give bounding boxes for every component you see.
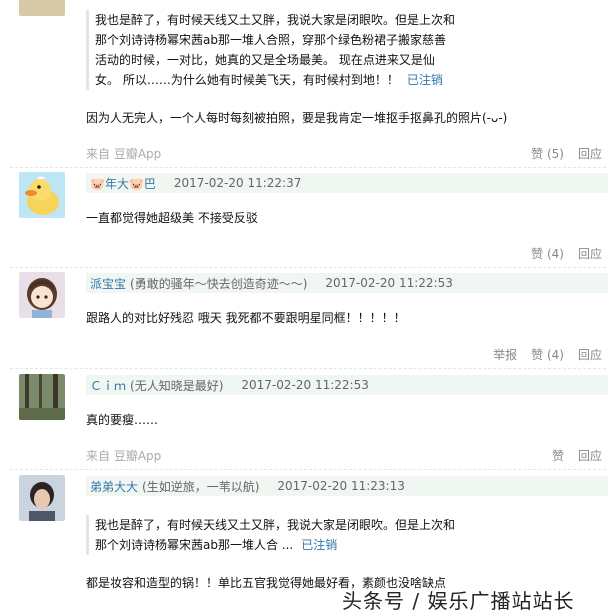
comment-header: 🐷年大🐷巴 2017-02-20 11:22:37: [86, 173, 608, 193]
comment-header: 弟弟大大 (生如逆旅，一苇以航) 2017-02-20 11:23:13: [86, 476, 608, 496]
comment-feed: 我也是醉了，有时候天线又土又胖，我说大家是闭眼吹。但是上次和 那个刘诗诗杨幂宋茜…: [0, 0, 616, 615]
watermark: 头条号 / 娱乐广播站站长: [342, 589, 575, 613]
avatar[interactable]: [19, 272, 65, 318]
anime-girl-avatar-icon: [19, 272, 65, 318]
user-signature: (生如逆旅，一苇以航): [142, 479, 260, 494]
divider: [10, 167, 606, 168]
quote-line: 活动的时候，一对比，她真的又是全场最美。 现在点进来又是仙: [95, 53, 435, 67]
quote-author-link[interactable]: 已注销: [407, 73, 443, 87]
user-signature: (勇敢的骚年～快去创造奇迹～～): [130, 276, 308, 291]
comment-actions: 赞 (4) 回应: [531, 245, 602, 262]
quote-text: 那个刘诗诗杨幂宋茜ab那一堆人合 ...: [95, 538, 294, 552]
forest-avatar-icon: [19, 374, 65, 420]
duck-avatar-icon: [19, 172, 65, 218]
quoted-comment: 我也是醉了，有时候天线又土又胖，我说大家是闭眼吹。但是上次和 那个刘诗诗杨幂宋茜…: [86, 515, 455, 555]
quote-author-link[interactable]: 已注销: [301, 538, 337, 552]
person-avatar-icon: [19, 475, 65, 521]
user-signature: (无人知晓是最好): [130, 378, 224, 393]
avatar[interactable]: [19, 374, 65, 420]
comment-header: 派宝宝 (勇敢的骚年～快去创造奇迹～～) 2017-02-20 11:22:53: [86, 273, 608, 293]
user-name-link[interactable]: 弟弟大大: [90, 478, 138, 495]
report-button[interactable]: 举报: [493, 346, 517, 363]
timestamp: 2017-02-20 11:23:13: [277, 479, 405, 493]
quote-line: 我也是醉了，有时候天线又土又胖，我说大家是闭眼吹。但是上次和: [95, 13, 456, 27]
comment-actions: 赞 (5) 回应: [531, 145, 602, 162]
like-button[interactable]: 赞 (4): [531, 245, 564, 262]
quote-line: 那个刘诗诗杨幂宋茜ab那一堆人合照，穿那个绿色粉裙子搬家慈善: [95, 33, 446, 47]
comment-text: 跟路人的对比好残忍 哦天 我死都不要跟明星同框！！！！！: [86, 311, 406, 325]
comment-source: 来自 豆瓣App: [86, 147, 162, 161]
timestamp: 2017-02-20 11:22:53: [241, 378, 369, 392]
comment-actions: 举报 赞 (4) 回应: [493, 346, 602, 363]
quote-line: 我也是醉了，有时候天线又土又胖，我说大家是闭眼吹。但是上次和: [95, 518, 456, 532]
quote-line: 那个刘诗诗杨幂宋茜ab那一堆人合 ... 已注销: [95, 535, 455, 555]
like-button[interactable]: 赞 (4): [531, 346, 564, 363]
timestamp: 2017-02-20 11:22:37: [173, 176, 302, 190]
comment-text: 真的要瘦……: [86, 413, 159, 427]
reply-button[interactable]: 回应: [578, 145, 602, 162]
divider: [10, 267, 606, 268]
divider: [10, 368, 606, 369]
like-button[interactable]: 赞: [552, 447, 564, 464]
avatar[interactable]: [19, 0, 65, 16]
avatar[interactable]: [19, 172, 65, 218]
comment-source: 来自 豆瓣App: [86, 449, 162, 463]
user-name-link[interactable]: Ｃｉｍ: [90, 377, 126, 394]
comment-text: 一直都觉得她超级美 不接受反驳: [86, 211, 258, 225]
user-name-link[interactable]: 派宝宝: [90, 275, 126, 292]
user-name-link[interactable]: 🐷年大🐷巴: [90, 175, 156, 192]
like-button[interactable]: 赞 (5): [531, 145, 564, 162]
reply-button[interactable]: 回应: [578, 447, 602, 464]
avatar[interactable]: [19, 475, 65, 521]
comment-header: Ｃｉｍ (无人知晓是最好) 2017-02-20 11:22:53: [86, 375, 608, 395]
quote-text: 女。 所以……为什么她有时候美飞天，有时候村到地！！: [95, 73, 399, 87]
quoted-comment: 我也是醉了，有时候天线又土又胖，我说大家是闭眼吹。但是上次和 那个刘诗诗杨幂宋茜…: [86, 10, 455, 90]
comment-actions: 赞 回应: [552, 447, 602, 464]
comment-text: 因为人无完人，一个人每时每刻被拍照，要是我肯定一堆抠手抠鼻孔的照片(-ᴗ-): [86, 111, 508, 125]
reply-button[interactable]: 回应: [578, 245, 602, 262]
timestamp: 2017-02-20 11:22:53: [325, 276, 453, 290]
divider: [10, 469, 606, 470]
quote-line: 女。 所以……为什么她有时候美飞天，有时候村到地！！ 已注销: [95, 70, 455, 90]
reply-button[interactable]: 回应: [578, 346, 602, 363]
